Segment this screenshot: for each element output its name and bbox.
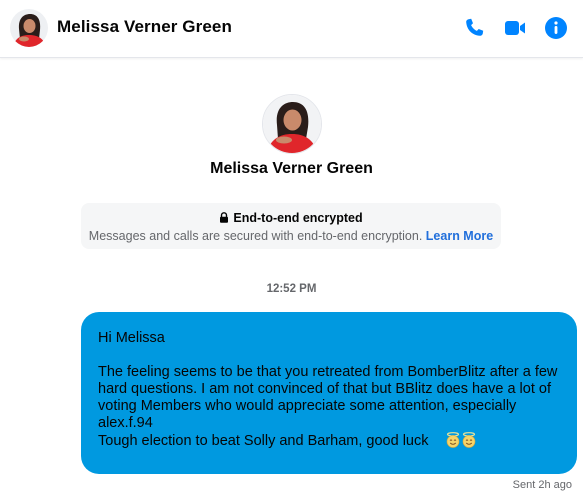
info-icon[interactable] — [544, 16, 568, 40]
message-body: The feeling seems to be that you retreat… — [98, 364, 558, 431]
profile-avatar[interactable] — [262, 94, 322, 154]
message-status: Sent 2h ago — [512, 479, 572, 491]
sent-message-bubble[interactable]: Hi Melissa The feeling seems to be that … — [81, 312, 577, 474]
encryption-title: End-to-end encrypted — [233, 211, 363, 225]
video-camera-icon[interactable] — [503, 16, 527, 40]
lock-icon — [220, 212, 229, 223]
message-closing: Tough election to beat Solly and Barham,… — [98, 433, 429, 449]
profile-name: Melissa Verner Green — [210, 160, 373, 177]
encryption-description: Messages and calls are secured with end-… — [88, 229, 423, 243]
encryption-description-row: Messages and calls are secured with end-… — [81, 229, 501, 243]
encryption-title-row: End-to-end encrypted — [81, 211, 501, 225]
conversation-header: Melissa Verner Green — [0, 0, 583, 58]
message-timestamp: 12:52 PM — [266, 283, 317, 295]
encryption-notice: End-to-end encrypted Messages and calls … — [81, 203, 501, 249]
contact-name[interactable]: Melissa Verner Green — [57, 17, 232, 37]
smiling-face-with-halo-icon — [446, 432, 459, 448]
avatar-photo — [10, 9, 48, 47]
message-greeting: Hi Melissa — [98, 330, 165, 346]
message-closing-line: Tough election to beat Solly and Barham,… — [98, 432, 563, 450]
smiling-face-with-halo-icon — [462, 432, 475, 448]
phone-icon[interactable] — [462, 16, 486, 40]
learn-more-link[interactable]: Learn More — [426, 229, 493, 243]
contact-avatar[interactable] — [10, 9, 48, 47]
profile-photo — [263, 95, 321, 153]
